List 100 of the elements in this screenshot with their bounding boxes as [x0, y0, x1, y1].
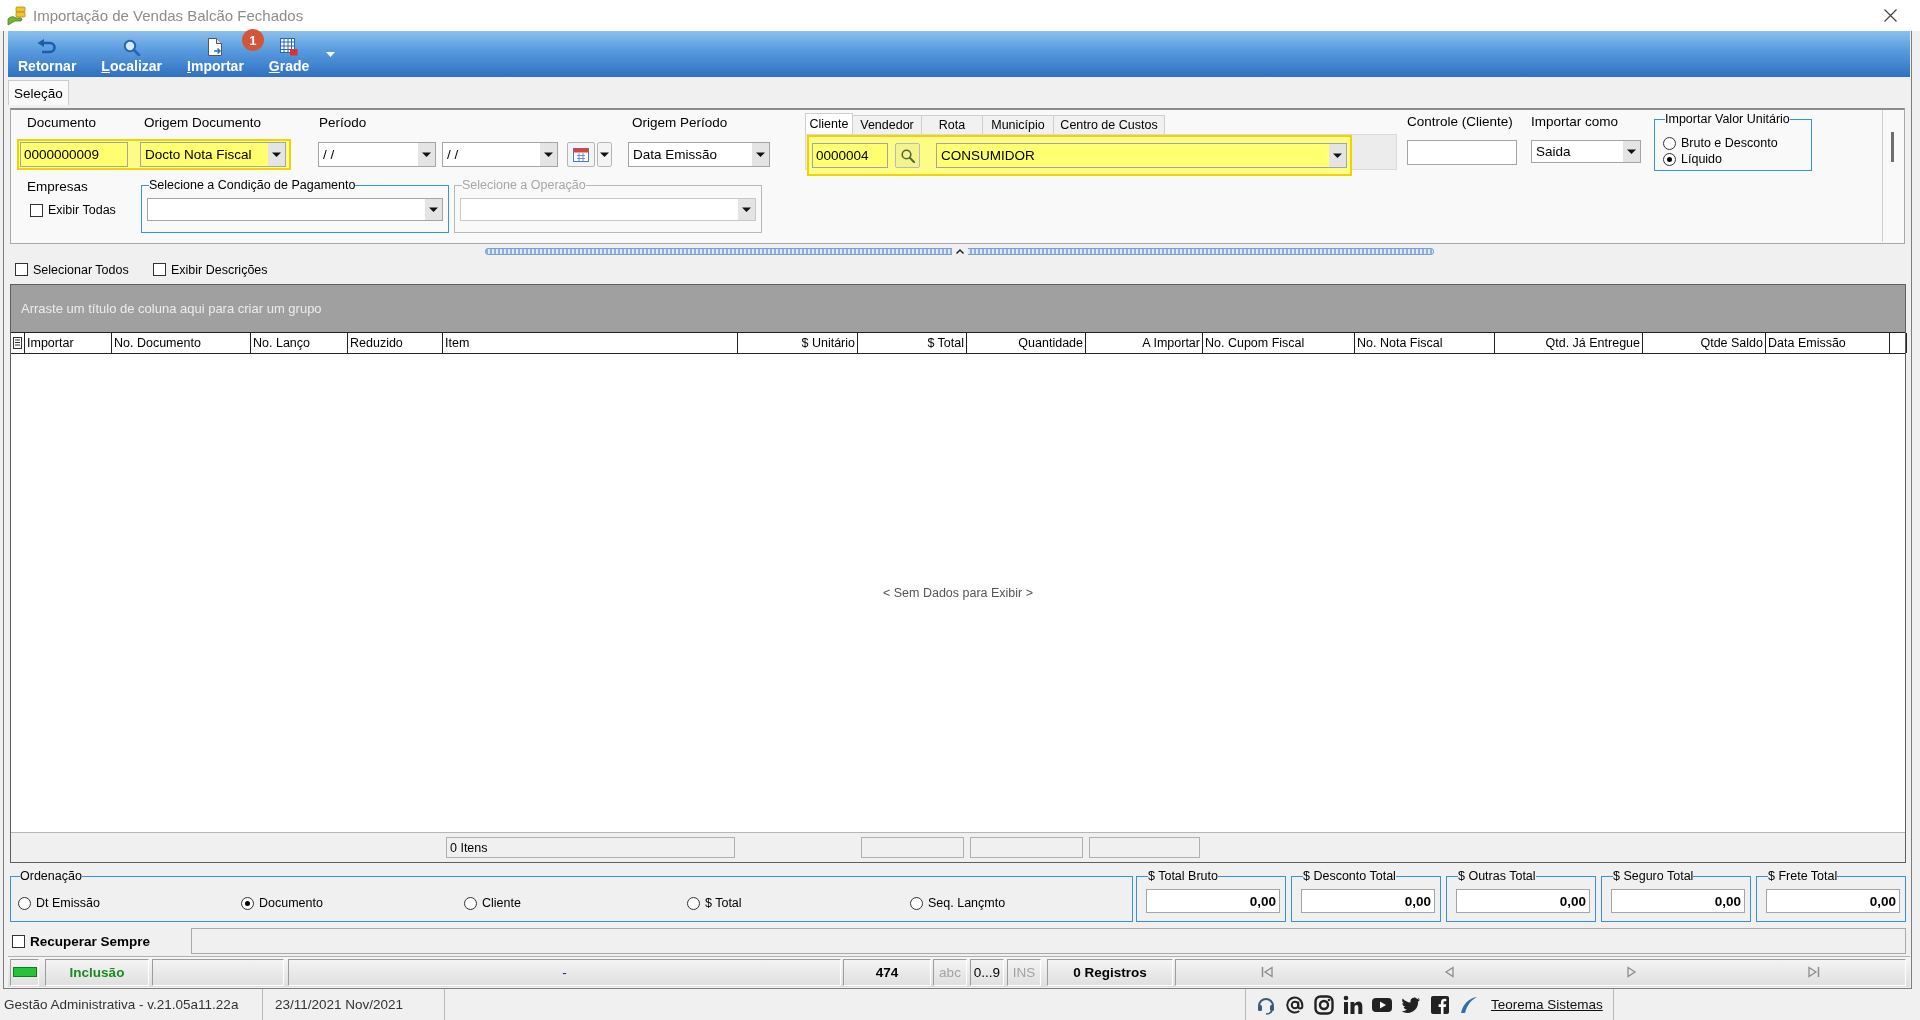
field-label: Origem Período [632, 114, 728, 130]
grid-icon [280, 38, 299, 56]
in-logo-icon[interactable] [1343, 994, 1363, 1015]
caret-icon [1623, 141, 1640, 162]
group-title: Importar Valor Unitário [1665, 112, 1790, 126]
first-page-icon[interactable] [1261, 966, 1274, 978]
input-field[interactable] [1407, 140, 1517, 165]
column-header[interactable]: Qtde Saldo [1643, 333, 1766, 353]
combo-box[interactable]: Saida [1531, 140, 1641, 163]
group-title: Ordenação [20, 869, 82, 883]
group-title: Selecione a Condição de Pagamento [149, 178, 356, 192]
caret-icon [1329, 144, 1346, 167]
notification-badge: 1 [241, 29, 264, 51]
checkbox-option[interactable]: Selecionar Todos [15, 262, 129, 277]
column-header[interactable]: Qtd. Já Entregue [1495, 333, 1643, 353]
group-title: $ Seguro Total [1613, 869, 1694, 883]
column-header[interactable]: A Importar [1086, 333, 1203, 353]
caret-icon [752, 143, 769, 166]
field-label: Controle (Cliente) [1407, 113, 1513, 129]
caret-icon [738, 199, 755, 220]
close-icon[interactable] [1884, 9, 1897, 22]
next-page-icon[interactable] [1625, 966, 1638, 978]
radio-option[interactable]: Seq. Lançmto [910, 896, 1006, 910]
status-mode: Inclusão [45, 958, 149, 986]
toolbar-button[interactable]: Localizar [99, 39, 165, 74]
app-version: Gestão Administrativa - v.21.05a11.22a [0, 989, 263, 1020]
column-header[interactable]: Data Emissão [1766, 333, 1890, 353]
radio-option[interactable]: Bruto e Desconto [1663, 135, 1778, 151]
caret-icon [268, 143, 285, 166]
group-title: Selecione a Operação [462, 178, 586, 192]
f-logo-icon[interactable] [1430, 994, 1450, 1015]
column-header[interactable]: Item [443, 333, 738, 353]
empty-message: < Sem Dados para Exibir > [882, 586, 1034, 600]
column-header[interactable]: Quantidade [967, 333, 1086, 353]
group-title: $ Frete Total [1768, 869, 1838, 883]
radio-option[interactable]: $ Total [687, 896, 742, 910]
radio-option[interactable]: Documento [241, 896, 323, 910]
filter-tab[interactable]: Cliente [805, 113, 853, 134]
group-title: $ Total Bruto [1148, 869, 1218, 883]
amount-field[interactable]: 0,00 [1766, 889, 1900, 913]
app-date: 23/11/2021 Nov/2021 [263, 989, 445, 1020]
tab[interactable]: Seleção [8, 80, 69, 105]
swoosh-icon[interactable] [1459, 994, 1479, 1015]
combo-box[interactable]: CONSUMIDOR [936, 143, 1347, 168]
toolbar-button[interactable]: Grade [266, 38, 312, 74]
field-label: Importar como [1531, 113, 1619, 129]
group-title: $ Outras Total [1458, 869, 1536, 883]
group-by-hint: Arraste um título de coluna aqui para criar um grupo [21, 301, 322, 316]
status-indicator: INS [1007, 958, 1041, 986]
column-header[interactable]: Reduzido [348, 333, 443, 353]
caret-icon[interactable] [597, 142, 612, 167]
group-title: $ Desconto Total [1303, 869, 1396, 883]
field-label: Documento [27, 114, 97, 130]
scrollbar-thumb[interactable] [1891, 132, 1894, 162]
status-counter: 474 [843, 958, 931, 986]
amount-field[interactable]: 0,00 [1611, 889, 1745, 913]
column-header[interactable]: No. Cupom Fiscal [1203, 333, 1355, 353]
combo-box[interactable]: Data Emissão [628, 142, 770, 167]
calendar-button[interactable] [567, 142, 595, 167]
combo-box[interactable]: Docto Nota Fiscal [140, 142, 286, 167]
input-field[interactable]: 0000004 [812, 143, 888, 168]
camera-icon[interactable] [1314, 994, 1334, 1015]
undo-arrow-icon [37, 39, 58, 56]
window-title: Importação de Vendas Balcão Fechados [33, 7, 304, 24]
column-header[interactable]: No. Lanço [251, 333, 348, 353]
filter-tab[interactable]: Vendedor [852, 115, 922, 134]
column-header[interactable]: $ Unitário [738, 333, 858, 353]
at-sign-icon[interactable] [1285, 994, 1305, 1015]
radio-option[interactable]: Dt Emissão [18, 896, 100, 910]
input-field[interactable]: 0000000009 [20, 142, 128, 167]
toolbar-button[interactable]: Retornar [16, 39, 79, 74]
column-chooser-icon[interactable] [13, 337, 22, 349]
radio-option[interactable]: Líquido [1663, 151, 1722, 167]
amount-field[interactable]: 0,00 [1301, 889, 1435, 913]
column-header[interactable]: No. Documento [112, 333, 251, 353]
radio-option[interactable]: Cliente [464, 896, 521, 910]
checkbox-option[interactable]: Exibir Descrições [153, 262, 268, 277]
search-button[interactable] [895, 143, 920, 168]
status-indicator: abc [933, 958, 967, 986]
amount-field[interactable]: 0,00 [1456, 889, 1590, 913]
company-link[interactable]: Teorema Sistemas [1491, 997, 1603, 1012]
last-page-icon[interactable] [1807, 966, 1820, 978]
amount-field[interactable]: 0,00 [1146, 889, 1280, 913]
column-header[interactable]: Importar [25, 333, 112, 353]
checkbox-option[interactable]: Recuperar Sempre [12, 933, 151, 949]
previous-page-icon[interactable] [1443, 966, 1456, 978]
filter-tab[interactable]: Centro de Custos [1053, 115, 1165, 134]
caret-icon [540, 143, 557, 166]
summary-cell: 0 Itens [446, 837, 735, 858]
filter-tab[interactable]: Município [982, 115, 1054, 134]
date-field[interactable]: / / [442, 142, 558, 167]
field-label: Origem Documento [144, 114, 262, 130]
column-header[interactable]: No. Nota Fiscal [1355, 333, 1495, 353]
status-message: - [288, 958, 841, 986]
record-count: 0 Registros [1047, 958, 1173, 986]
date-field[interactable]: / / [318, 142, 436, 167]
checkbox-option[interactable]: Exibir Todas [30, 203, 116, 217]
filter-tab[interactable]: Rota [921, 115, 983, 134]
column-header[interactable]: $ Total [858, 333, 967, 353]
caret-icon [951, 246, 968, 256]
